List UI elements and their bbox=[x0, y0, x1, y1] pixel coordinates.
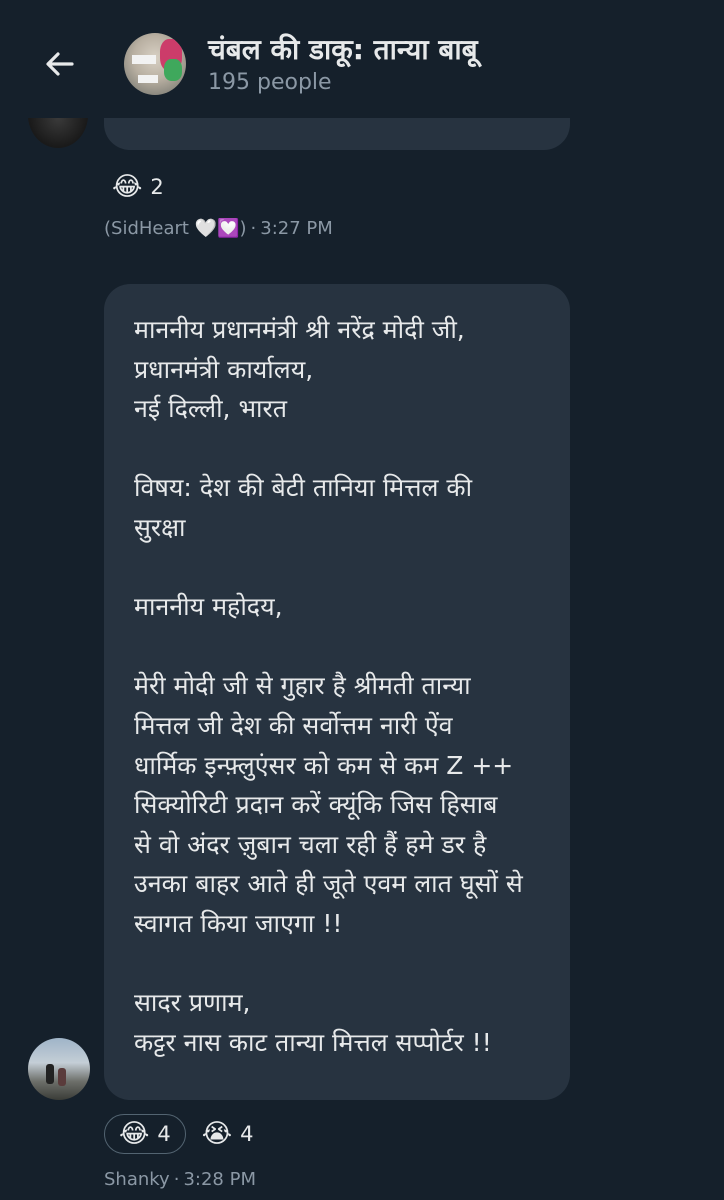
group-avatar[interactable] bbox=[124, 33, 186, 95]
back-button[interactable] bbox=[38, 42, 82, 86]
sender-name: Shanky bbox=[104, 1169, 170, 1190]
message-time: 3:28 PM bbox=[183, 1169, 256, 1190]
sender-avatar[interactable] bbox=[28, 1038, 90, 1100]
reaction-laughing[interactable]: 😂 4 bbox=[104, 1114, 186, 1154]
reaction-count: 4 bbox=[240, 1122, 254, 1146]
reaction-count: 2 bbox=[150, 175, 164, 199]
previous-message-meta: (SidHeart 🤍💟) · 3:27 PM bbox=[104, 218, 333, 239]
message-bubble[interactable]: माननीय प्रधानमंत्री श्री नरेंद्र मोदी जी… bbox=[104, 284, 570, 1100]
message-reactions: 😂 4 😭 4 bbox=[104, 1114, 262, 1154]
crying-emoji-icon: 😭 bbox=[201, 1119, 233, 1149]
reaction-count: 4 bbox=[157, 1122, 171, 1146]
sender-name: (SidHeart 🤍💟) bbox=[104, 218, 247, 239]
group-title[interactable]: चंबल की डाकू: तान्या बाबू bbox=[208, 30, 478, 68]
arrow-left-icon bbox=[46, 52, 74, 76]
laughing-emoji-icon: 😂 bbox=[112, 172, 143, 202]
avatar-figure bbox=[46, 1064, 54, 1084]
avatar-figure bbox=[58, 1068, 66, 1086]
conversation-header: चंबल की डाकू: तान्या बाबू 195 people bbox=[0, 0, 724, 118]
group-member-count[interactable]: 195 people bbox=[208, 70, 332, 95]
reaction-laughing[interactable]: 😂 2 bbox=[104, 168, 172, 206]
laughing-emoji-icon: 😂 bbox=[119, 1119, 150, 1149]
message-text: माननीय प्रधानमंत्री श्री नरेंद्र मोदी जी… bbox=[134, 315, 523, 1057]
reaction-crying[interactable]: 😭 4 bbox=[194, 1115, 262, 1153]
message-meta: Shanky · 3:28 PM bbox=[104, 1169, 256, 1190]
message-time: 3:27 PM bbox=[260, 218, 333, 239]
previous-message-reactions: 😂 2 bbox=[104, 168, 172, 206]
